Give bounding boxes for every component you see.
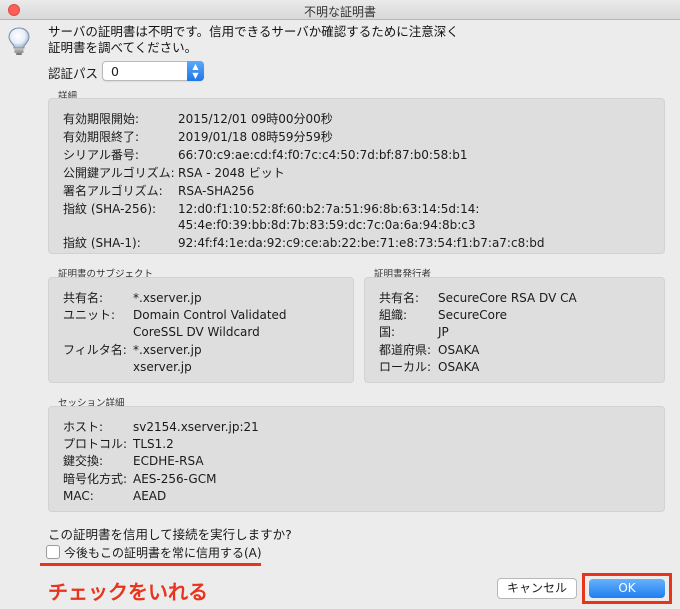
trust-question: この証明書を信用して接続を実行しますか? — [48, 527, 292, 542]
details-box: 有効期限開始: 2015/12/01 09時00分00秒 有効期限終了: 201… — [48, 98, 665, 254]
details-value: RSA - 2048 ビット — [178, 166, 285, 180]
window-title: 不明な証明書 — [303, 5, 376, 19]
always-trust-checkbox[interactable] — [46, 545, 60, 559]
details-key: 指紋 (SHA-1): — [63, 236, 141, 250]
issuer-value: SecureCore — [438, 308, 508, 322]
details-value: 92:4f:f4:1e:da:92:c9:ce:ab:22:be:71:e8:7… — [178, 236, 545, 250]
subject-value: xserver.jp — [133, 360, 192, 374]
details-value: 2019/01/18 08時59分59秒 — [178, 130, 333, 144]
session-box: ホスト: sv2154.xserver.jp:21 プロトコル: TLS1.2 … — [48, 406, 665, 512]
issuer-value: OSAKA — [438, 343, 480, 357]
issuer-value: SecureCore RSA DV CA — [438, 291, 577, 305]
session-key: 鍵交換: — [63, 454, 104, 468]
session-value: AEAD — [133, 489, 167, 503]
cert-path-label: 認証パス — [48, 66, 99, 81]
session-key: プロトコル: — [63, 437, 128, 451]
annotation-text: チェックをいれる — [48, 580, 208, 604]
subject-value: Domain Control Validated — [133, 308, 287, 322]
details-key: 公開鍵アルゴリズム: — [63, 166, 175, 180]
session-value: ECDHE-RSA — [133, 454, 204, 468]
warning-message-line: 証明書を調べてください。 — [48, 40, 198, 55]
subject-key: フィルタ名: — [63, 343, 127, 357]
subject-value: *.xserver.jp — [133, 343, 202, 357]
details-key: 指紋 (SHA-256): — [63, 202, 157, 216]
details-key: 署名アルゴリズム: — [63, 184, 163, 198]
subject-box: 共有名: *.xserver.jp ユニット: Domain Control V… — [48, 277, 354, 383]
session-key: MAC: — [63, 489, 94, 503]
issuer-value: OSAKA — [438, 360, 480, 374]
details-value: 12:d0:f1:10:52:8f:60:b2:7a:51:96:8b:63:1… — [178, 202, 480, 216]
subject-key: ユニット: — [63, 308, 116, 322]
issuer-key: ローカル: — [379, 360, 432, 374]
issuer-value: JP — [438, 325, 449, 339]
cancel-button[interactable]: キャンセル — [497, 578, 577, 599]
details-value: 2015/12/01 09時00分00秒 — [178, 112, 333, 126]
issuer-key: 国: — [379, 325, 396, 339]
details-value: 45:4e:f0:39:bb:8d:7b:83:59:dc:7c:0a:6a:9… — [178, 218, 476, 232]
details-key: シリアル番号: — [63, 148, 139, 162]
details-key: 有効期限開始: — [63, 112, 140, 126]
warning-message-line: サーバの証明書は不明です。信用できるサーバか確認するために注意深く — [48, 24, 459, 39]
title-bar: 不明な証明書 — [0, 0, 680, 20]
session-key: 暗号化方式: — [63, 472, 128, 486]
always-trust-label[interactable]: 今後もこの証明書を常に信用する(A) — [64, 544, 262, 561]
session-value: sv2154.xserver.jp:21 — [133, 420, 259, 434]
subject-value: CoreSSL DV Wildcard — [133, 325, 260, 339]
lightbulb-icon — [8, 27, 30, 55]
chevron-updown-icon[interactable]: ▲ ▼ — [187, 61, 204, 81]
ok-button[interactable]: OK — [589, 579, 665, 598]
details-value: RSA-SHA256 — [178, 184, 255, 198]
warning-message: サーバの証明書は不明です。信用できるサーバか確認するために注意深く 証明書を調べ… — [48, 24, 648, 56]
issuer-key: 都道府県: — [379, 343, 432, 357]
session-value: AES-256-GCM — [133, 472, 217, 486]
session-value: TLS1.2 — [133, 437, 174, 451]
issuer-key: 共有名: — [379, 291, 420, 305]
annotation-underline — [40, 563, 261, 566]
session-key: ホスト: — [63, 420, 104, 434]
subject-key: 共有名: — [63, 291, 104, 305]
issuer-key: 組織: — [379, 308, 408, 322]
details-value: 66:70:c9:ae:cd:f4:f0:7c:c4:50:7d:bf:87:b… — [178, 148, 468, 162]
cert-path-select[interactable]: 0 ▲ ▼ — [102, 61, 204, 81]
subject-value: *.xserver.jp — [133, 291, 202, 305]
issuer-box: 共有名: SecureCore RSA DV CA 組織: SecureCore… — [364, 277, 665, 383]
details-key: 有効期限終了: — [63, 130, 140, 144]
cert-path-value: 0 — [111, 64, 119, 79]
